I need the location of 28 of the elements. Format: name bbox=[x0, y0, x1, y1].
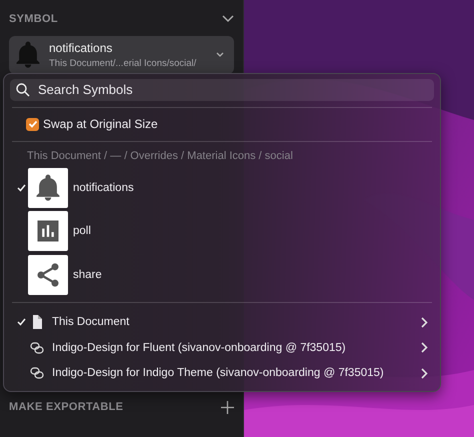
symbol-item[interactable]: poll bbox=[73, 225, 91, 238]
chevron-right-icon[interactable] bbox=[421, 316, 428, 328]
library-item[interactable]: Indigo-Design for Fluent (sivanov-onboarding @ 7f35015) bbox=[52, 342, 421, 354]
symbol-item[interactable]: share bbox=[73, 268, 102, 281]
search-field[interactable]: Search Symbols bbox=[10, 79, 434, 101]
document-icon bbox=[30, 315, 44, 329]
symbol-item[interactable]: notifications bbox=[73, 182, 134, 194]
bell-icon bbox=[15, 41, 41, 69]
section-title: MAKE EXPORTABLE bbox=[9, 401, 124, 413]
plus-icon[interactable] bbox=[221, 400, 234, 414]
search-input[interactable]: Search Symbols bbox=[38, 82, 428, 98]
checkbox-label: Swap at Original Size bbox=[43, 117, 158, 132]
chevron-down-icon bbox=[214, 51, 226, 59]
symbol-path: This Document/...erial Icons/social/ bbox=[49, 58, 198, 69]
chevron-down-icon[interactable] bbox=[222, 15, 234, 23]
bell-icon bbox=[34, 174, 62, 202]
chevron-right-icon[interactable] bbox=[421, 368, 428, 379]
symbol-path: This Document / — / Overrides / Material Icons / social bbox=[26, 149, 294, 164]
checkbox[interactable] bbox=[26, 118, 39, 131]
section-title: SYMBOL bbox=[9, 13, 58, 25]
link-icon bbox=[30, 340, 44, 355]
symbol-picker[interactable]: notifications This Document/...erial Icons/social/ bbox=[9, 36, 234, 74]
link-icon bbox=[30, 366, 44, 380]
library-item[interactable]: Indigo-Design for Indigo Theme (sivanov-onboarding @ 7f35015) bbox=[52, 367, 421, 380]
search-icon bbox=[16, 82, 30, 97]
chevron-right-icon[interactable] bbox=[421, 342, 428, 354]
library-item[interactable]: This Document bbox=[52, 316, 421, 328]
symbol-name: notifications bbox=[49, 41, 114, 55]
